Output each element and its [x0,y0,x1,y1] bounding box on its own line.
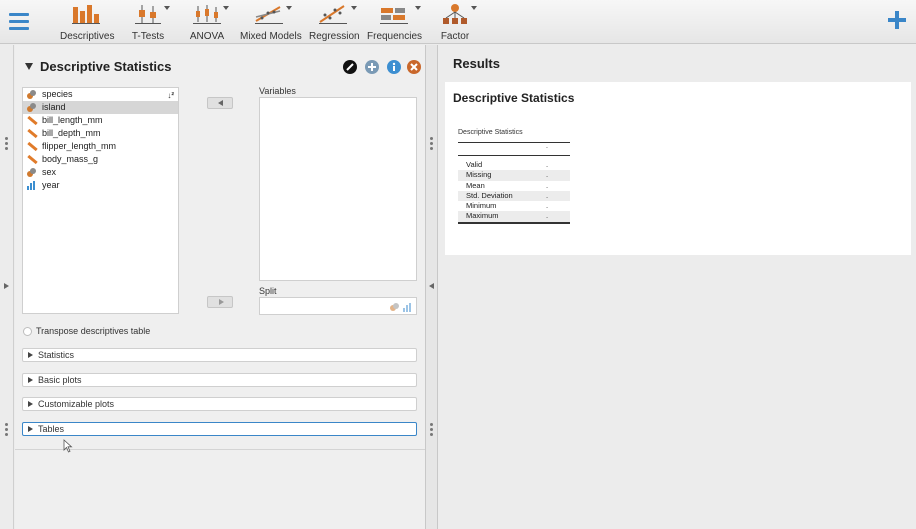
add-module-plus-icon[interactable] [887,10,907,30]
source-variable-list[interactable]: ↓² species island bill_length_mm bill_de… [22,87,179,314]
chevron-down-icon [286,6,292,10]
close-icon[interactable] [407,60,421,74]
panel-splitter[interactable] [425,45,438,529]
info-icon[interactable] [387,60,401,74]
analysis-title[interactable]: Descriptive Statistics [40,59,172,74]
expand-section-icon [28,352,33,358]
toolbar-anova-button[interactable]: ANOVA [187,3,229,43]
toolbar-mixed-models-button[interactable]: Mixed Models [240,3,302,43]
expand-section-icon [28,377,33,383]
scale-variable-icon [27,116,37,125]
factor-icon [440,3,470,25]
expand-right-icon[interactable] [4,283,9,289]
regression-icon [318,3,348,25]
toolbar-descriptives-button[interactable]: Descriptives [60,3,114,43]
panel-divider [15,449,425,450]
arrow-right-icon [219,299,224,305]
nominal-variable-icon [27,168,37,177]
pencil-icon[interactable] [343,60,357,74]
table-header: . [546,143,548,150]
chevron-down-icon [164,6,170,10]
expand-section-icon [28,426,33,432]
split-box-label: Split [259,286,277,296]
table-row: Mean . [466,180,549,190]
variables-drop-box[interactable] [259,97,417,281]
toolbar-t-tests-button[interactable]: T-Tests [128,3,170,43]
nominal-variable-icon [27,90,37,99]
results-heading[interactable]: Descriptive Statistics [453,91,574,105]
variable-item-sex[interactable]: sex [23,166,178,179]
chevron-down-icon [415,6,421,10]
frequencies-icon [379,3,409,25]
arrow-left-icon [218,100,223,106]
collapse-analysis-icon[interactable] [25,63,33,70]
variable-item-flipper-length[interactable]: flipper_length_mm [23,140,178,153]
t-tests-icon [133,3,163,25]
move-to-split-button[interactable] [207,296,233,308]
drag-grip-icon[interactable] [430,137,434,152]
nominal-ordinal-types-icon [390,302,412,312]
anova-icon [192,3,222,25]
collapse-left-icon[interactable] [429,283,434,289]
toolbar-regression-button[interactable]: Regression [309,3,360,43]
drag-grip-icon[interactable] [430,423,434,438]
expand-section-icon [28,401,33,407]
transpose-checkbox[interactable] [23,327,32,336]
scale-variable-icon [27,129,37,138]
variable-item-species[interactable]: species [23,88,178,101]
table-row: Minimum . [466,201,549,211]
section-statistics[interactable]: Statistics [22,348,417,362]
chevron-down-icon [471,6,477,10]
drag-grip-icon[interactable] [5,137,9,152]
results-card: Descriptive Statistics Descriptive Stati… [445,82,911,255]
mouse-cursor-icon [63,439,73,453]
variable-item-body-mass[interactable]: body_mass_g [23,153,178,166]
section-basic-plots[interactable]: Basic plots [22,373,417,387]
scale-variable-icon [27,142,37,151]
scale-variable-icon [27,155,37,164]
variables-box-label: Variables [259,86,296,96]
descriptives-bar-chart-icon [71,3,101,25]
nominal-variable-icon [27,103,37,112]
section-customizable-plots[interactable]: Customizable plots [22,397,417,411]
toolbar-factor-button[interactable]: Factor [437,3,477,43]
analysis-options-panel: Descriptive Statistics ↓² species island… [15,45,425,529]
move-to-variables-button[interactable] [207,97,233,109]
variable-item-bill-length[interactable]: bill_length_mm [23,114,178,127]
ribbon-toolbar: Descriptives T-Tests ANOVA Mixed Models … [0,0,916,44]
menu-hamburger-icon[interactable] [9,13,29,33]
table-row: Valid . [466,160,549,169]
descriptive-statistics-table: . Valid . Missing . Mean . Std. Deviatio… [458,142,570,224]
ordinal-variable-icon [27,181,37,190]
variable-item-year[interactable]: year [23,179,178,192]
table-row: Std. Deviation . [458,190,570,202]
chevron-down-icon [223,6,229,10]
toolbar-frequencies-button[interactable]: Frequencies [367,3,422,43]
variable-item-bill-depth[interactable]: bill_depth_mm [23,127,178,140]
mixed-models-icon [254,3,284,25]
variable-item-island[interactable]: island [23,101,178,114]
table-caption[interactable]: Descriptive Statistics [458,129,523,136]
chevron-down-icon [351,6,357,10]
table-row: Missing . [458,170,570,181]
left-edge-handle[interactable] [0,45,14,529]
table-row: Maximum . [458,211,570,222]
plus-circle-icon[interactable] [365,60,379,74]
drag-grip-icon[interactable] [5,423,9,438]
split-drop-box[interactable] [259,297,417,315]
section-tables[interactable]: Tables [22,422,417,436]
results-title: Results [453,56,500,71]
analysis-header: Descriptive Statistics [23,59,423,77]
